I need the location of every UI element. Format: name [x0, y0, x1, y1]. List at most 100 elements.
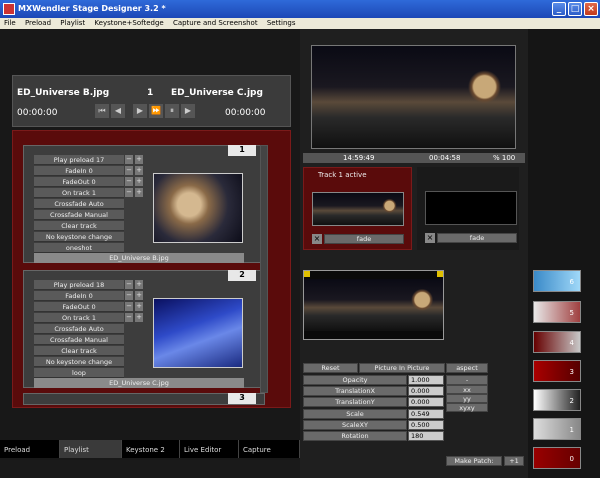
param-label: Rotation: [303, 431, 407, 441]
param-label: TranslationY: [303, 397, 407, 407]
patch-thumb[interactable]: 6: [533, 270, 581, 292]
xx-button[interactable]: xx: [446, 385, 488, 394]
param-label: Opacity: [303, 375, 407, 385]
fade-a-button[interactable]: fade: [324, 234, 404, 244]
fadeout-field[interactable]: FadeOut 0: [34, 302, 124, 312]
menu-preload[interactable]: Preload: [21, 18, 54, 27]
patch-thumb[interactable]: 0: [533, 447, 581, 469]
handle-tr[interactable]: [437, 271, 443, 277]
pip-button[interactable]: Picture In Picture: [359, 363, 445, 373]
slot-file-label: ED_Universe B.jpg: [34, 253, 244, 263]
minus-icon[interactable]: −: [125, 313, 133, 322]
menu-keystone[interactable]: Keystone+Softedge: [90, 18, 166, 27]
playlist-panel: 1 Play preload 17 − + FadeIn 0 − + FadeO…: [12, 130, 291, 408]
aspect-button[interactable]: aspect: [446, 363, 488, 373]
tab-preload[interactable]: Preload: [0, 440, 60, 458]
minus-icon[interactable]: −: [125, 177, 133, 186]
fadeout-field[interactable]: FadeOut 0: [34, 177, 124, 187]
minus-icon[interactable]: −: [125, 188, 133, 197]
plus-icon[interactable]: +: [135, 155, 143, 164]
plus-icon[interactable]: +: [135, 177, 143, 186]
fadein-field[interactable]: FadeIn 0: [34, 166, 124, 176]
menu-capture[interactable]: Capture and Screenshot: [169, 18, 261, 27]
close-icon[interactable]: ×: [425, 233, 435, 243]
minus-icon[interactable]: −: [125, 155, 133, 164]
rotation-field[interactable]: 180: [408, 431, 444, 441]
crossfade-auto-button[interactable]: Crossfade Auto: [34, 199, 124, 209]
clear-track-button[interactable]: Clear track: [34, 346, 124, 356]
tab-playlist[interactable]: Playlist: [60, 440, 122, 458]
crossfade-auto-button[interactable]: Crossfade Auto: [34, 324, 124, 334]
patch-thumb[interactable]: 2: [533, 389, 581, 411]
minus-icon[interactable]: −: [125, 291, 133, 300]
close-icon[interactable]: ×: [584, 2, 598, 16]
patch-thumb[interactable]: 1: [533, 418, 581, 440]
tab-live-editor[interactable]: Live Editor: [180, 440, 239, 458]
keystone-button[interactable]: No keystone change: [34, 357, 124, 367]
reset-button[interactable]: Reset: [303, 363, 358, 373]
patch-thumb[interactable]: 5: [533, 301, 581, 323]
step-back-icon[interactable]: ◀: [111, 104, 125, 118]
minimize-icon[interactable]: _: [552, 2, 566, 16]
plus-icon[interactable]: +: [135, 313, 143, 322]
plus-icon[interactable]: +: [135, 291, 143, 300]
crossfade-manual-button[interactable]: Crossfade Manual: [34, 335, 124, 345]
fadein-field[interactable]: FadeIn 0: [34, 291, 124, 301]
scale-field[interactable]: 0.549: [408, 409, 444, 419]
minus-icon[interactable]: −: [125, 166, 133, 175]
translationy-field[interactable]: 0.000: [408, 397, 444, 407]
playlist-slot: 2 Play preload 18 − + FadeIn 0 − + FadeO…: [23, 270, 265, 388]
pause-icon[interactable]: ⏸: [165, 104, 179, 118]
file-a-label: ED_Universe B.jpg: [17, 88, 110, 98]
skip-start-icon[interactable]: ⏮: [95, 104, 109, 118]
handle-tl[interactable]: [304, 271, 310, 277]
dash-select[interactable]: -: [446, 375, 488, 385]
transport-panel: ED_Universe B.jpg 1 ED_Universe C.jpg 00…: [12, 75, 291, 127]
patch-thumb[interactable]: 4: [533, 331, 581, 353]
tab-keystone[interactable]: Keystone 2: [122, 440, 180, 458]
crossfade-manual-button[interactable]: Crossfade Manual: [34, 210, 124, 220]
make-patch-button[interactable]: Make Patch:: [446, 456, 502, 466]
plus-icon[interactable]: +: [135, 280, 143, 289]
tab-capture[interactable]: Capture: [239, 440, 300, 458]
track-2-panel: × fade: [417, 167, 519, 250]
fade-b-button[interactable]: fade: [437, 233, 517, 243]
maximize-icon[interactable]: □: [568, 2, 582, 16]
track-active-label: Track 1 active: [318, 171, 367, 179]
minus-icon[interactable]: −: [125, 302, 133, 311]
playlist-scrollbar[interactable]: [260, 145, 268, 393]
track-1-panel: Track 1 active × fade: [303, 167, 412, 250]
fast-forward-icon[interactable]: ⏩: [149, 104, 163, 118]
close-icon[interactable]: ×: [312, 234, 322, 244]
ontrack-field[interactable]: On track 1: [34, 313, 124, 323]
ontrack-field[interactable]: On track 1: [34, 188, 124, 198]
preview-statusbar: 14:59:49 00:04:58 % 100: [303, 153, 525, 163]
playlist-slot: 1 Play preload 17 − + FadeIn 0 − + FadeO…: [23, 145, 265, 263]
opacity-field[interactable]: 1.000: [408, 375, 444, 385]
patch-number[interactable]: +1: [504, 456, 524, 466]
yy-button[interactable]: yy: [446, 394, 488, 403]
plus-icon[interactable]: +: [135, 302, 143, 311]
preview-time-b: 00:04:58: [429, 154, 461, 162]
menu-playlist[interactable]: Playlist: [56, 18, 88, 27]
step-forward-icon[interactable]: ▶: [181, 104, 195, 118]
preload-button[interactable]: Play preload 17: [34, 155, 124, 165]
xyxy-button[interactable]: xyxy: [446, 403, 488, 412]
plus-icon[interactable]: +: [135, 188, 143, 197]
scalexy-field[interactable]: 0.500: [408, 420, 444, 430]
translationx-field[interactable]: 0.000: [408, 386, 444, 396]
play-icon[interactable]: ▶: [133, 104, 147, 118]
bottom-tabs: Preload Playlist Keystone 2 Live Editor …: [0, 440, 300, 458]
keystone-button[interactable]: No keystone change: [34, 232, 124, 242]
menu-settings[interactable]: Settings: [263, 18, 299, 27]
slot-thumbnail: [153, 298, 243, 368]
mode-select[interactable]: loop: [34, 368, 124, 378]
patch-thumb[interactable]: 3: [533, 360, 581, 382]
plus-icon[interactable]: +: [135, 166, 143, 175]
menu-file[interactable]: File: [0, 18, 19, 27]
mode-select[interactable]: oneshot: [34, 243, 124, 253]
minus-icon[interactable]: −: [125, 280, 133, 289]
clear-track-button[interactable]: Clear track: [34, 221, 124, 231]
preload-button[interactable]: Play preload 18: [34, 280, 124, 290]
editor-preview: [303, 270, 444, 340]
